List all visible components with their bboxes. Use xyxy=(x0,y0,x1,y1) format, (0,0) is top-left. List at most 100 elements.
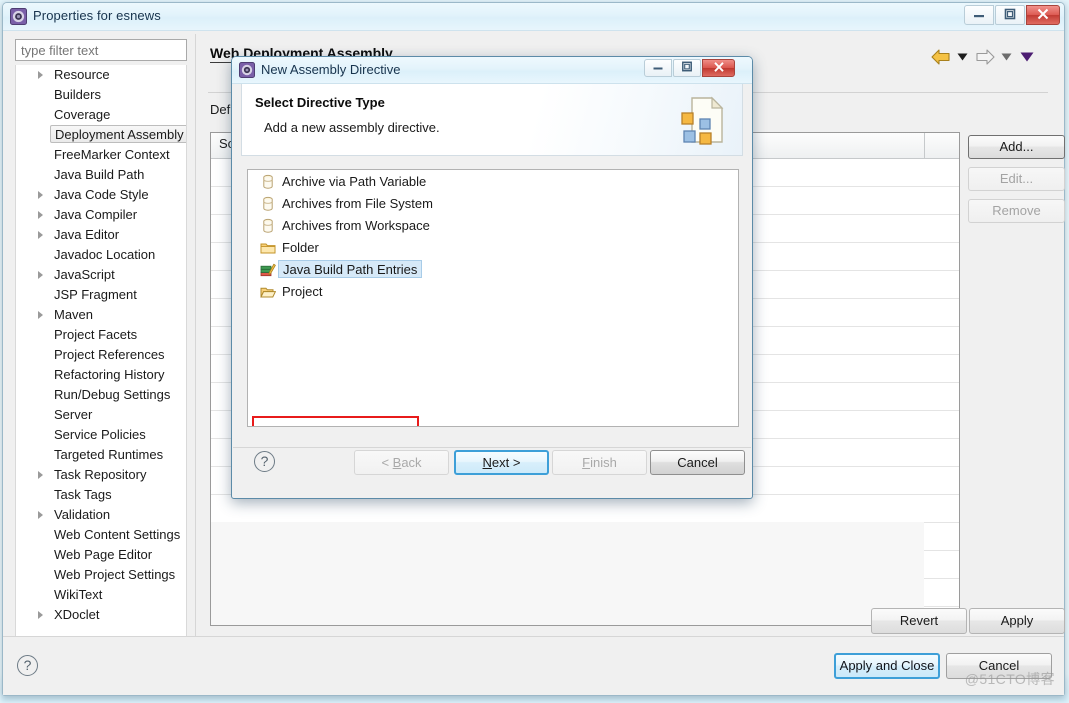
apply-and-close-button[interactable]: Apply and Close xyxy=(834,653,940,679)
sidebar-item-label: Maven xyxy=(54,307,94,322)
settings-tree[interactable]: Resource Builders Coverage Deployment Assem… xyxy=(15,65,187,637)
wizard-heading: Select Directive Type xyxy=(255,95,385,110)
sidebar-item-web-project-settings[interactable]: Web Project Settings xyxy=(16,565,186,585)
expand-arrow-icon[interactable] xyxy=(38,471,43,479)
sidebar-item-web-content-settings[interactable]: Web Content Settings xyxy=(16,525,186,545)
window-titlebar[interactable]: Properties for esnews xyxy=(3,3,1064,31)
sidebar-item-validation[interactable]: Validation xyxy=(16,505,186,525)
sidebar-item-web-page-editor[interactable]: Web Page Editor xyxy=(16,545,186,565)
sidebar-item-run-debug-settings[interactable]: Run/Debug Settings xyxy=(16,385,186,405)
sidebar-item-javadoc-location[interactable]: Javadoc Location xyxy=(16,245,186,265)
sidebar-item-maven[interactable]: Maven xyxy=(16,305,186,325)
filter-input[interactable] xyxy=(15,39,187,61)
sidebar-item-targeted-runtimes[interactable]: Targeted Runtimes xyxy=(16,445,186,465)
sidebar-item-java-compiler[interactable]: Java Compiler xyxy=(16,205,186,225)
table-row[interactable] xyxy=(211,578,959,607)
wizard-cancel-button[interactable]: Cancel xyxy=(650,450,745,475)
sidebar-item-freemarker-context[interactable]: FreeMarker Context xyxy=(16,145,186,165)
sidebar-item-coverage[interactable]: Coverage xyxy=(16,105,186,125)
assembly-document-icon xyxy=(672,92,728,148)
sidebar-item-jsp-fragment[interactable]: JSP Fragment xyxy=(16,285,186,305)
sidebar-item-label: Java Code Style xyxy=(54,187,149,202)
wizard-help-icon[interactable]: ? xyxy=(254,451,275,472)
directive-type-list[interactable]: Archive via Path Variable Archives from F… xyxy=(247,169,739,427)
edit-button[interactable]: Edit... xyxy=(968,167,1065,191)
expand-arrow-icon[interactable] xyxy=(38,511,43,519)
sidebar-item-label: FreeMarker Context xyxy=(54,147,170,162)
directive-option-archives-from-workspace[interactable]: Archives from Workspace xyxy=(248,216,738,236)
wizard-close-button[interactable] xyxy=(702,59,735,77)
table-row[interactable] xyxy=(211,522,959,551)
sidebar-item-project-facets[interactable]: Project Facets xyxy=(16,325,186,345)
wizard-banner: Select Directive Type Add a new assembly… xyxy=(241,84,743,156)
back-button[interactable]: < Back xyxy=(354,450,449,475)
directive-option-label: Archives from Workspace xyxy=(282,218,430,233)
directive-option-label: Archive via Path Variable xyxy=(282,174,427,189)
wizard-maximize-button[interactable] xyxy=(673,59,701,77)
sidebar-item-java-code-style[interactable]: Java Code Style xyxy=(16,185,186,205)
sidebar-item-project-references[interactable]: Project References xyxy=(16,345,186,365)
window-close-button[interactable] xyxy=(1026,5,1060,25)
revert-button[interactable]: Revert xyxy=(871,608,967,634)
sidebar-item-resource[interactable]: Resource xyxy=(16,65,186,85)
table-row[interactable] xyxy=(211,550,959,579)
page-navigation xyxy=(930,46,1050,68)
sidebar-item-label: Run/Debug Settings xyxy=(54,387,171,402)
directive-option-java-build-path-entries[interactable]: Java Build Path Entries xyxy=(248,260,738,280)
red-highlight-annotation xyxy=(252,416,419,426)
sidebar-item-service-policies[interactable]: Service Policies xyxy=(16,425,186,445)
window-maximize-button[interactable] xyxy=(995,5,1025,25)
sidebar-item-deployment-assembly[interactable]: Deployment Assembly xyxy=(16,125,186,145)
remove-button[interactable]: Remove xyxy=(968,199,1065,223)
next-button[interactable]: Next > xyxy=(454,450,549,475)
apply-button[interactable]: Apply xyxy=(969,608,1065,634)
expand-arrow-icon[interactable] xyxy=(38,231,43,239)
add-button[interactable]: Add... xyxy=(968,135,1065,159)
wizard-titlebar[interactable]: New Assembly Directive xyxy=(232,57,752,84)
wizard-minimize-button[interactable] xyxy=(644,59,672,77)
minimize-icon xyxy=(973,9,985,21)
sidebar-item-xdoclet[interactable]: XDoclet xyxy=(16,605,186,625)
sidebar-item-wikitext[interactable]: WikiText xyxy=(16,585,186,605)
sidebar-item-label: JSP Fragment xyxy=(54,287,137,302)
sidebar-item-java-editor[interactable]: Java Editor xyxy=(16,225,186,245)
directive-option-folder[interactable]: Folder xyxy=(248,238,738,258)
back-button-rest: ack xyxy=(401,455,422,470)
directive-option-project[interactable]: Project xyxy=(248,282,738,302)
sidebar-item-javascript[interactable]: JavaScript xyxy=(16,265,186,285)
sidebar-item-builders[interactable]: Builders xyxy=(16,85,186,105)
expand-arrow-icon[interactable] xyxy=(38,611,43,619)
expand-arrow-icon[interactable] xyxy=(38,211,43,219)
help-icon[interactable]: ? xyxy=(17,655,38,676)
page-description: Def xyxy=(210,102,231,117)
finish-button[interactable]: Finish xyxy=(552,450,647,475)
expand-arrow-icon[interactable] xyxy=(38,271,43,279)
sidebar-item-label: Project References xyxy=(54,347,165,362)
jar-archive-icon xyxy=(260,196,276,212)
sidebar-item-label: Project Facets xyxy=(54,327,138,342)
sidebar-item-label: Web Page Editor xyxy=(54,547,153,562)
sidebar-item-label: Validation xyxy=(54,507,111,522)
sidebar-item-label: Task Repository xyxy=(54,467,147,482)
wizard-subtext: Add a new assembly directive. xyxy=(264,120,440,135)
eclipse-properties-icon xyxy=(10,8,27,25)
table-cell-source xyxy=(211,578,924,606)
next-button-rest: ext > xyxy=(491,455,521,470)
sidebar-item-refactoring-history[interactable]: Refactoring History xyxy=(16,365,186,385)
expand-arrow-icon[interactable] xyxy=(38,311,43,319)
directive-option-archives-from-file-system[interactable]: Archives from File System xyxy=(248,194,738,214)
directive-option-archive-via-path-variable[interactable]: Archive via Path Variable xyxy=(248,172,738,192)
table-row[interactable] xyxy=(211,606,959,625)
column-divider[interactable] xyxy=(924,133,925,158)
watermark: @51CTO博客 xyxy=(964,671,1055,687)
sidebar-item-label: Coverage xyxy=(54,107,111,122)
new-assembly-directive-dialog: New Assembly Directive Select Directive … xyxy=(231,56,753,499)
window-minimize-button[interactable] xyxy=(964,5,994,25)
sidebar-item-task-tags[interactable]: Task Tags xyxy=(16,485,186,505)
table-cell-source xyxy=(211,522,924,550)
sidebar-item-task-repository[interactable]: Task Repository xyxy=(16,465,186,485)
expand-arrow-icon[interactable] xyxy=(38,71,43,79)
sidebar-item-server[interactable]: Server xyxy=(16,405,186,425)
expand-arrow-icon[interactable] xyxy=(38,191,43,199)
sidebar-item-java-build-path[interactable]: Java Build Path xyxy=(16,165,186,185)
